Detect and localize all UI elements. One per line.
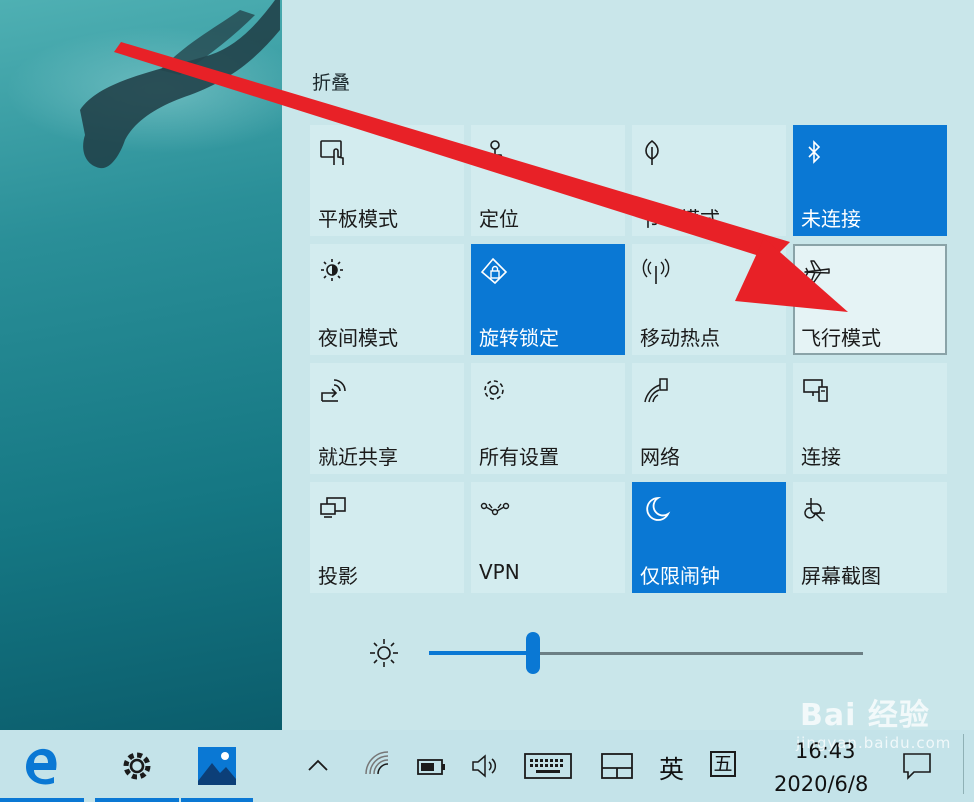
brightness-slider-thumb[interactable] — [526, 632, 540, 674]
nearby-share-icon — [321, 379, 346, 402]
location-icon — [483, 140, 507, 166]
tile-tablet-mode[interactable]: 平板模式 — [310, 125, 464, 236]
tile-mobile-hotspot[interactable]: 移动热点 — [632, 244, 786, 355]
tile-label: 移动热点 — [640, 326, 720, 350]
vpn-icon — [480, 502, 510, 516]
tile-project[interactable]: 投影 — [310, 482, 464, 593]
battery-saver-icon — [645, 139, 659, 165]
notification-icon[interactable] — [902, 752, 932, 782]
tile-label: 屏幕截图 — [801, 564, 881, 588]
chevron-up-icon[interactable] — [307, 758, 329, 772]
tile-screen-snip[interactable]: 屏幕截图 — [793, 482, 947, 593]
mobile-hotspot-icon — [642, 258, 670, 284]
airplane-icon — [804, 260, 830, 283]
tile-label: 投影 — [318, 564, 358, 588]
taskbar-app-edge[interactable] — [0, 730, 84, 802]
tile-battery-saver[interactable]: 节电模式 — [632, 125, 786, 236]
clock-date[interactable]: 2020/6/8 — [774, 772, 868, 796]
battery-icon[interactable] — [417, 757, 447, 777]
taskbar-app-photos[interactable] — [181, 730, 253, 802]
baidu-jingyan-watermark: Bai 经验 jingyan.baidu.com — [796, 690, 950, 752]
watermark-sub: jingyan.baidu.com — [796, 734, 952, 752]
tile-label: 飞行模式 — [801, 326, 881, 350]
tile-network[interactable]: 网络 — [632, 363, 786, 474]
tile-label: 仅限闹钟 — [640, 564, 720, 588]
taskbar-app-settings[interactable] — [95, 730, 179, 802]
tile-bluetooth[interactable]: 未连接 — [793, 125, 947, 236]
tile-connect[interactable]: 连接 — [793, 363, 947, 474]
watermark-main: Bai 经验 — [800, 698, 930, 733]
night-light-icon — [321, 259, 343, 281]
settings-gear-icon — [123, 752, 151, 780]
tile-label: 定位 — [479, 207, 519, 231]
tile-label: 就近共享 — [318, 445, 398, 469]
tile-label: VPN — [479, 560, 520, 584]
focus-assist-moon-icon — [646, 497, 671, 521]
brightness-slider-fill — [429, 651, 533, 655]
screen-snip-icon — [804, 498, 825, 522]
tile-label: 平板模式 — [318, 207, 398, 231]
taskbar-divider — [963, 734, 964, 794]
tile-label: 夜间模式 — [318, 326, 398, 350]
photos-app-icon — [198, 747, 236, 785]
tile-all-settings[interactable]: 所有设置 — [471, 363, 625, 474]
tablet-layout-icon[interactable] — [601, 752, 635, 780]
active-indicator — [95, 798, 179, 802]
project-icon — [320, 497, 346, 518]
tile-label: 未连接 — [801, 207, 861, 231]
tile-label: 节电模式 — [640, 207, 720, 231]
network-icon — [644, 378, 668, 403]
tile-label: 网络 — [640, 445, 680, 469]
active-indicator — [181, 798, 253, 802]
settings-gear-icon — [484, 380, 504, 400]
tile-rotation-lock[interactable]: 旋转锁定 — [471, 244, 625, 355]
tile-label: 连接 — [801, 445, 841, 469]
touch-keyboard-icon[interactable] — [524, 752, 572, 780]
active-indicator — [0, 798, 84, 802]
brightness-icon — [370, 639, 398, 667]
brightness-slider-track[interactable] — [533, 652, 863, 655]
tile-vpn[interactable]: VPN — [471, 482, 625, 593]
collapse-link[interactable]: 折叠 — [312, 68, 350, 95]
tile-night-light[interactable]: 夜间模式 — [310, 244, 464, 355]
ime-mode-indicator[interactable]: 五 — [710, 751, 736, 777]
tile-label: 所有设置 — [479, 445, 559, 469]
rotation-lock-icon — [480, 257, 508, 285]
volume-icon[interactable] — [470, 752, 500, 780]
tile-focus-assist[interactable]: 仅限闹钟 — [632, 482, 786, 593]
tile-label: 旋转锁定 — [479, 326, 559, 350]
edge-browser-icon — [26, 748, 57, 785]
action-center-panel: 折叠 平板模式 定位 节电模式 未连接 夜间模式 旋转锁定 移动热点 飞行模式 … — [282, 0, 974, 730]
tile-airplane-mode[interactable]: 飞行模式 — [793, 244, 947, 355]
swimmer-image — [80, 0, 280, 169]
connect-icon — [803, 379, 828, 402]
tile-location[interactable]: 定位 — [471, 125, 625, 236]
tablet-mode-icon — [320, 140, 344, 165]
bluetooth-icon — [808, 140, 821, 164]
ime-language-indicator[interactable]: 英 — [659, 750, 684, 786]
tile-nearby-share[interactable]: 就近共享 — [310, 363, 464, 474]
wifi-icon[interactable] — [363, 748, 391, 776]
